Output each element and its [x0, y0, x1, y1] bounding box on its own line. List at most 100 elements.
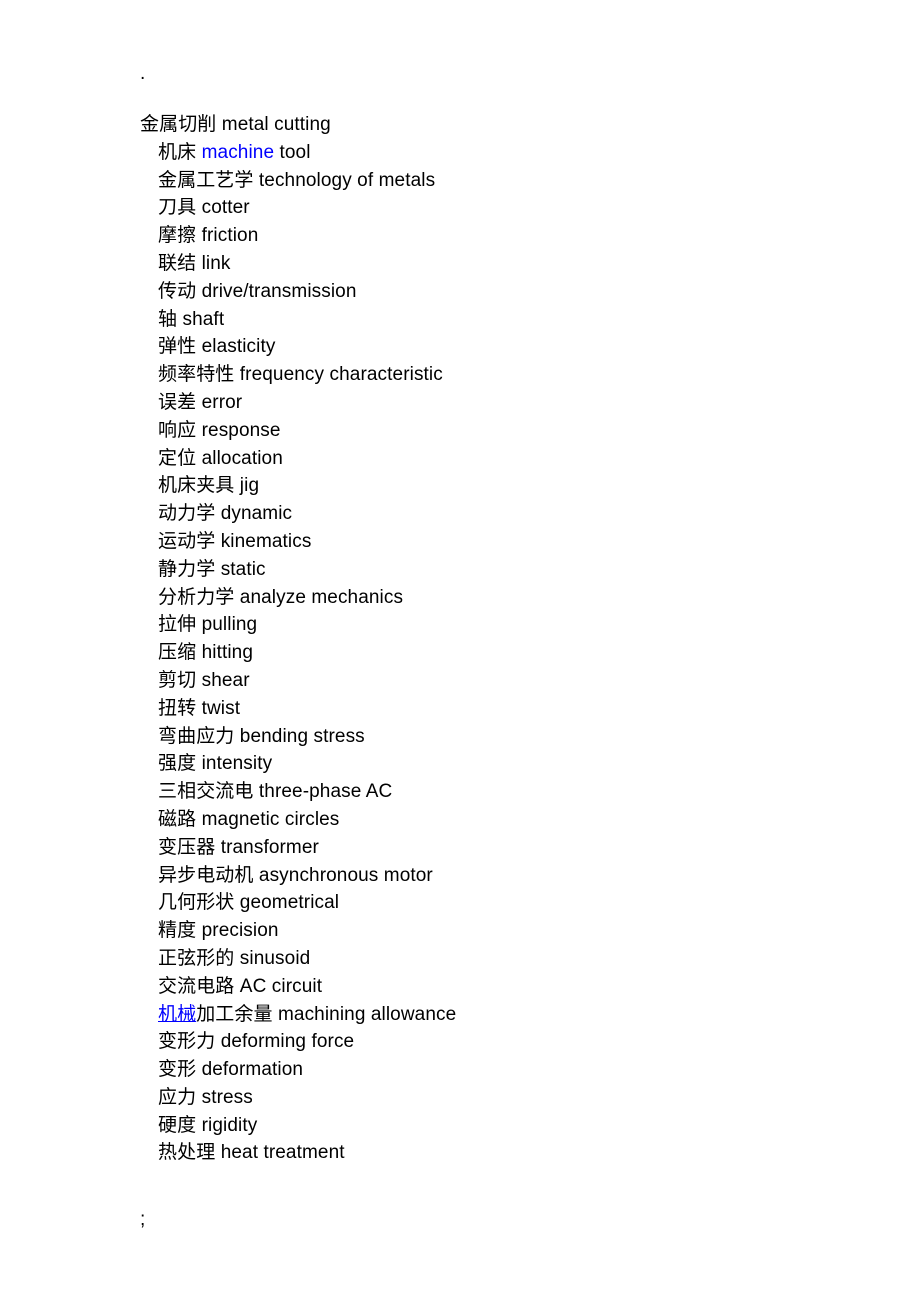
glossary-entry-link[interactable]: machine	[202, 142, 275, 163]
glossary-entry-gloss: heat treatment	[220, 1142, 345, 1164]
glossary-entries: 机床 machine tool 金属工艺学 technology of metal…	[140, 139, 840, 1167]
glossary-entry: 金属工艺学 technology of metals	[158, 167, 840, 195]
glossary-entry-term: 变形	[158, 1059, 197, 1081]
glossary-entry-gloss: deformation	[201, 1059, 304, 1081]
stray-punctuation-top: .	[140, 63, 146, 84]
glossary-entry-gloss: transformer	[220, 836, 319, 858]
glossary-entry: 精度 precision	[158, 917, 840, 945]
glossary-entry: 摩擦 friction	[158, 222, 840, 250]
document-page: . 金属切削 metal cutting 机床 machine tool 金属工艺…	[0, 0, 920, 1302]
glossary-entry-gloss: friction	[201, 225, 259, 247]
glossary-entry-term: 传动	[158, 280, 197, 302]
glossary-entry-term-tail: 加工余量	[196, 1003, 273, 1025]
glossary-entry-gloss: shaft	[182, 308, 225, 330]
glossary-entry-term: 定位	[158, 447, 197, 469]
glossary-entry-gloss: sinusoid	[239, 947, 311, 969]
glossary-entry: 刀具 cotter	[158, 194, 840, 222]
glossary-entry-gloss: AC circuit	[239, 975, 323, 997]
glossary-entry-term: 轴	[158, 308, 178, 330]
glossary-entry-gloss: deforming force	[220, 1031, 355, 1053]
glossary-entry-gloss: tool	[274, 141, 311, 163]
glossary-entry: 运动学 kinematics	[158, 528, 840, 556]
glossary-entry-gloss: rigidity	[201, 1114, 258, 1136]
glossary-entry-gloss: dynamic	[220, 503, 293, 525]
glossary-entry: 弹性 elasticity	[158, 333, 840, 361]
glossary-entry: 三相交流电 three-phase AC	[158, 778, 840, 806]
glossary-entry-term: 变形力	[158, 1031, 216, 1053]
glossary-entry-link[interactable]: 机械	[158, 1004, 196, 1025]
glossary-entry-gloss: frequency characteristic	[239, 364, 443, 386]
glossary-entry-gloss: kinematics	[220, 530, 312, 552]
glossary-entry-gloss: magnetic circles	[201, 808, 340, 830]
glossary-entry-gloss: error	[201, 391, 243, 413]
glossary-entry: 拉伸 pulling	[158, 611, 840, 639]
glossary-entry-gloss: cotter	[201, 197, 250, 219]
glossary-entry: 热处理 heat treatment	[158, 1139, 840, 1167]
stray-punctuation-bottom: ;	[140, 1209, 146, 1230]
glossary-entry-term: 精度	[158, 920, 197, 942]
glossary-entry-gloss: geometrical	[239, 892, 340, 914]
glossary-entry-gloss: machining allowance	[272, 1003, 457, 1025]
glossary-heading-term: 金属切削	[140, 114, 217, 135]
glossary-entry-gloss: static	[220, 558, 266, 580]
glossary-entry: 误差 error	[158, 389, 840, 417]
glossary-entry: 压缩 hitting	[158, 639, 840, 667]
glossary-entry-term: 频率特性	[158, 364, 235, 386]
glossary-entry: 静力学 static	[158, 556, 840, 584]
glossary-entry-term: 响应	[158, 419, 197, 441]
glossary-entry-term: 弹性	[158, 336, 197, 358]
glossary-entry-gloss: pulling	[201, 614, 258, 636]
glossary-entry-term: 磁路	[158, 808, 197, 830]
glossary-entry: 机床 machine tool	[158, 139, 840, 167]
glossary-entry-term: 弯曲应力	[158, 725, 235, 747]
glossary-entry-term: 强度	[158, 753, 197, 775]
glossary-entry-gloss: technology of metals	[258, 169, 436, 191]
glossary-entry: 机床夹具 jig	[158, 472, 840, 500]
glossary-entry-gloss: jig	[239, 475, 260, 497]
glossary-entry: 硬度 rigidity	[158, 1112, 840, 1140]
glossary-entry: 变压器 transformer	[158, 834, 840, 862]
glossary-entry-term: 机床夹具	[158, 475, 235, 497]
glossary-entry-gloss: analyze mechanics	[239, 586, 404, 608]
glossary-entry: 剪切 shear	[158, 667, 840, 695]
glossary-entry-term: 变压器	[158, 836, 216, 858]
glossary-entry: 响应 response	[158, 417, 840, 445]
glossary-entry-term: 分析力学	[158, 586, 235, 608]
glossary-entry-term: 硬度	[158, 1114, 197, 1136]
glossary-heading: 金属切削 metal cutting	[140, 111, 840, 139]
glossary-entry-term: 摩擦	[158, 225, 197, 247]
glossary-entry-term: 金属工艺学	[158, 169, 254, 191]
glossary-entry-term: 压缩	[158, 642, 197, 664]
glossary-entry: 交流电路 AC circuit	[158, 973, 840, 1001]
glossary-entry: 应力 stress	[158, 1084, 840, 1112]
glossary-entry: 机械加工余量 machining allowance	[158, 1001, 840, 1029]
glossary-entry: 轴 shaft	[158, 306, 840, 334]
glossary-entry-term: 正弦形的	[158, 947, 235, 969]
glossary-entry: 强度 intensity	[158, 750, 840, 778]
glossary-entry-term: 交流电路	[158, 975, 235, 997]
glossary-entry-gloss: shear	[201, 669, 250, 691]
glossary-entry-term: 拉伸	[158, 614, 197, 636]
glossary-entry: 定位 allocation	[158, 445, 840, 473]
glossary-entry: 正弦形的 sinusoid	[158, 945, 840, 973]
glossary-entry-gloss: asynchronous motor	[258, 864, 433, 886]
glossary-entry-gloss: three-phase AC	[258, 781, 393, 803]
glossary-entry: 几何形状 geometrical	[158, 889, 840, 917]
glossary-entry-term: 三相交流电	[158, 781, 254, 803]
glossary-entry-gloss: stress	[201, 1086, 253, 1108]
glossary-entry-gloss: twist	[201, 697, 241, 719]
glossary-entry-gloss: hitting	[201, 642, 253, 664]
glossary-entry-term: 热处理	[158, 1142, 216, 1164]
glossary-entry-gloss: elasticity	[201, 336, 276, 358]
glossary-entry-term: 机床	[158, 141, 202, 163]
glossary-entry: 磁路 magnetic circles	[158, 806, 840, 834]
glossary-entry-term: 静力学	[158, 558, 216, 580]
glossary-entry-term: 动力学	[158, 503, 216, 525]
glossary-entry: 扭转 twist	[158, 695, 840, 723]
glossary-entry-gloss: link	[201, 252, 231, 274]
glossary-entry: 分析力学 analyze mechanics	[158, 584, 840, 612]
glossary-entry: 联结 link	[158, 250, 840, 278]
glossary-entry-gloss: drive/transmission	[201, 280, 357, 302]
glossary-entry: 变形力 deforming force	[158, 1028, 840, 1056]
glossary-entry-term: 联结	[158, 252, 197, 274]
